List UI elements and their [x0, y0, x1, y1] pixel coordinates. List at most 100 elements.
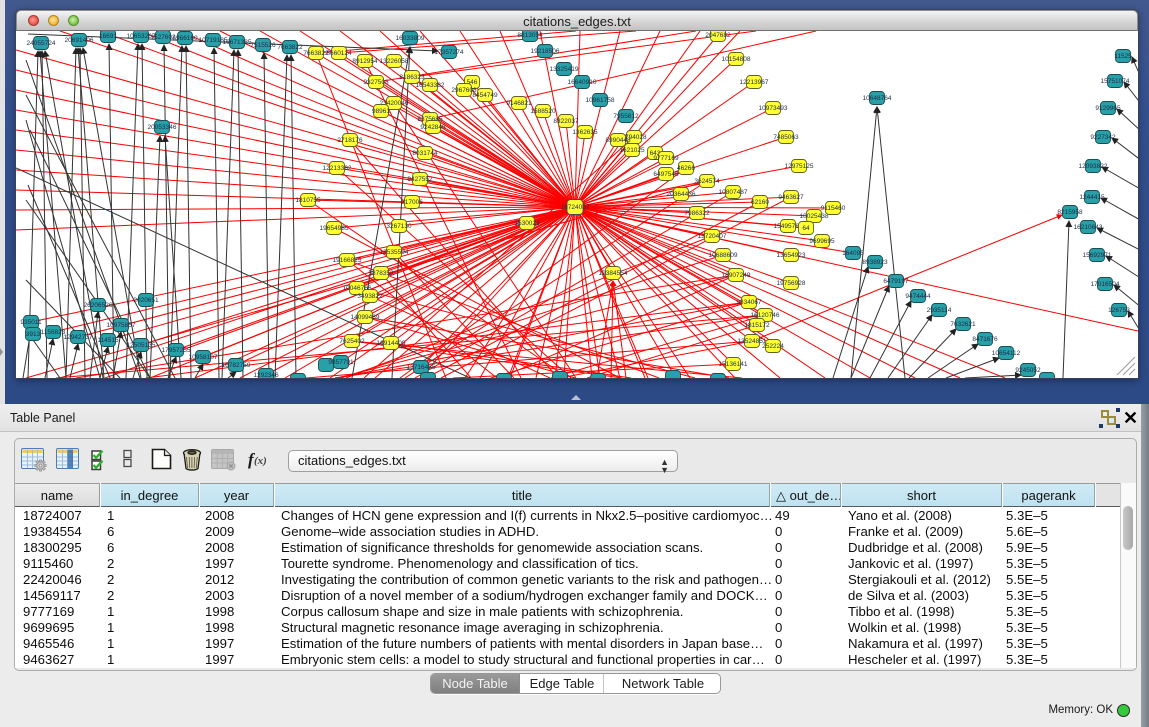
svg-text:11525: 11525	[1114, 53, 1132, 60]
svg-text:17357274: 17357274	[435, 49, 464, 56]
svg-text:19654985: 19654985	[320, 225, 349, 232]
svg-text:7632621: 7632621	[950, 321, 976, 328]
svg-text:12975125: 12975125	[785, 163, 814, 170]
svg-text:16210643: 16210643	[1074, 224, 1103, 231]
svg-text:7986322: 7986322	[684, 210, 710, 217]
svg-text:12213967: 12213967	[740, 79, 769, 86]
svg-text:8990448: 8990448	[605, 137, 631, 144]
svg-text:24055724: 24055724	[27, 40, 56, 47]
svg-text:9777169: 9777169	[653, 155, 679, 162]
svg-text:8912954: 8912954	[352, 58, 378, 65]
svg-text:13325419: 13325419	[550, 66, 579, 73]
svg-text:9834067: 9834067	[736, 299, 762, 306]
svg-text:9129965: 9129965	[1095, 105, 1121, 112]
svg-text:10025438: 10025438	[800, 213, 829, 220]
svg-text:17016504: 17016504	[1091, 281, 1120, 288]
svg-text:8322037: 8322037	[553, 118, 579, 125]
svg-text:10975857: 10975857	[107, 322, 136, 329]
svg-text:8454749: 8454749	[472, 92, 498, 99]
svg-text:20053346: 20053346	[148, 124, 177, 131]
svg-text:13716485: 13716485	[407, 364, 436, 371]
svg-text:20364436: 20364436	[667, 191, 696, 198]
svg-text:18724007: 18724007	[561, 204, 590, 211]
svg-text:8660124: 8660124	[326, 50, 352, 57]
svg-text:16640910: 16640910	[568, 79, 597, 86]
svg-text:9857791: 9857791	[328, 359, 354, 366]
svg-text:8186323: 8186323	[399, 74, 425, 81]
svg-text:126753: 126753	[1108, 307, 1130, 314]
svg-text:1292346: 1292346	[253, 372, 279, 378]
svg-text:16543382: 16543382	[416, 82, 445, 89]
svg-text:13720407: 13720407	[698, 233, 727, 240]
svg-text:16120746: 16120746	[751, 312, 780, 319]
svg-text:114515: 114515	[97, 337, 119, 344]
svg-text:1244415: 1244415	[1079, 194, 1105, 201]
svg-text:15692971: 15692971	[1083, 252, 1112, 259]
svg-text:10973493: 10973493	[759, 105, 788, 112]
svg-text:9146821: 9146821	[506, 100, 532, 107]
svg-text:1530023: 1530023	[514, 220, 540, 227]
svg-text:8813054: 8813054	[517, 32, 543, 39]
svg-text:46266: 46266	[677, 165, 695, 172]
svg-text:2935114: 2935114	[927, 307, 952, 314]
svg-text:1810755: 1810755	[295, 197, 321, 204]
svg-text:2020651: 2020651	[133, 297, 159, 304]
svg-text:10961758: 10961758	[586, 97, 615, 104]
svg-text:19218506: 19218506	[531, 48, 560, 55]
svg-text:1621025: 1621025	[619, 147, 645, 154]
svg-text:14099489: 14099489	[351, 314, 380, 321]
svg-text:252224: 252224	[762, 343, 784, 350]
svg-text:3493822: 3493822	[357, 293, 383, 300]
svg-text:10807487: 10807487	[719, 189, 748, 196]
svg-text:10648764: 10648764	[863, 95, 892, 102]
svg-text:9115460: 9115460	[821, 205, 846, 212]
svg-text:9242848: 9242848	[420, 124, 446, 131]
svg-text:2718176: 2718176	[337, 137, 363, 144]
svg-text:13654923: 13654923	[777, 252, 806, 259]
svg-text:(x): (x)	[254, 455, 267, 467]
svg-text:1362635: 1362635	[572, 129, 598, 136]
svg-text:7663822: 7663822	[303, 50, 329, 57]
svg-text:10154808: 10154808	[722, 56, 751, 63]
svg-text:3624574: 3624574	[694, 178, 720, 185]
svg-text:19756928: 19756928	[777, 280, 806, 287]
svg-text:13226058: 13226058	[380, 58, 409, 65]
svg-text:9699695: 9699695	[809, 238, 835, 245]
svg-text:2047682: 2047682	[705, 32, 731, 39]
svg-text:17957255: 17957255	[162, 347, 191, 354]
svg-text:16914409: 16914409	[377, 340, 406, 347]
svg-text:7663822: 7663822	[277, 44, 303, 51]
svg-text:12505135: 12505135	[127, 342, 156, 349]
svg-text:7515526: 7515526	[250, 42, 276, 49]
svg-text:9227342: 9227342	[1090, 134, 1116, 141]
svg-text:6966160: 6966160	[172, 35, 198, 42]
svg-text:64: 64	[802, 225, 810, 232]
svg-text:935011: 935011	[20, 319, 42, 326]
svg-text:9427552: 9427552	[407, 176, 433, 183]
svg-text:5878352: 5878352	[368, 270, 394, 277]
svg-text:26206526: 26206526	[84, 302, 113, 309]
svg-text:10958107: 10958107	[189, 354, 218, 361]
svg-text:15136141: 15136141	[719, 361, 748, 368]
svg-text:10654112: 10654112	[992, 350, 1021, 357]
svg-text:16033809: 16033809	[396, 35, 425, 42]
svg-text:1156823: 1156823	[41, 329, 66, 336]
svg-text:9245052: 9245052	[1015, 367, 1041, 374]
svg-text:8031744: 8031744	[412, 150, 438, 157]
svg-text:19384554: 19384554	[599, 270, 628, 277]
svg-text:8471676: 8471676	[972, 336, 998, 343]
svg-text:3913: 3913	[26, 331, 41, 338]
svg-text:8938923: 8938923	[862, 259, 888, 266]
svg-text:19166825: 19166825	[333, 257, 362, 264]
svg-text:7485063: 7485063	[773, 134, 799, 141]
svg-text:12213382: 12213382	[323, 165, 352, 172]
svg-text:15751074: 15751074	[1101, 78, 1130, 85]
svg-text:9463627: 9463627	[778, 194, 804, 201]
svg-text:18907249: 18907249	[722, 272, 751, 279]
svg-text:12093822: 12093822	[1079, 163, 1108, 170]
svg-text:20691406: 20691406	[65, 37, 94, 44]
svg-text:3267130: 3267130	[386, 223, 412, 230]
svg-text:9327508: 9327508	[363, 79, 389, 86]
svg-text:98961: 98961	[372, 108, 390, 115]
svg-text:7955812: 7955812	[613, 113, 639, 120]
